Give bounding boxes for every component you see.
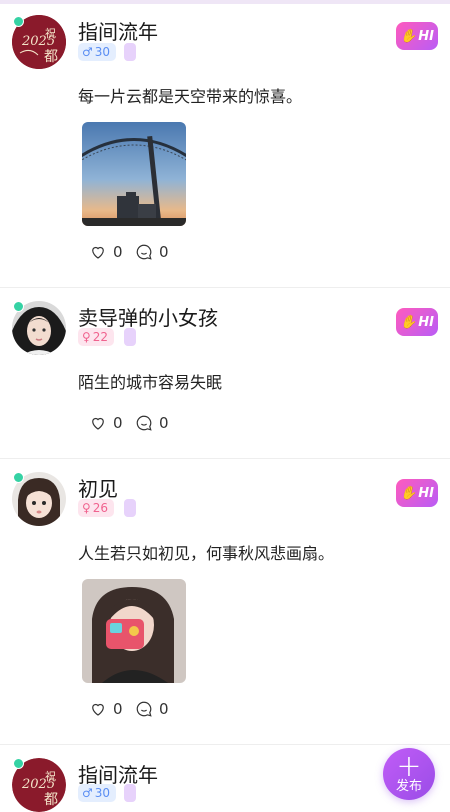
online-status-dot xyxy=(13,301,24,312)
say-hi-button[interactable]: ✋ HI xyxy=(396,308,438,336)
gender-age-badge: ♂ 30 xyxy=(78,784,117,802)
wave-hand-icon: ✋ xyxy=(400,485,417,501)
comment-icon xyxy=(136,244,152,260)
svg-text:祝: 祝 xyxy=(45,769,56,783)
heart-icon xyxy=(92,246,104,259)
gender-age-badge: ♀ 22 xyxy=(78,328,115,346)
say-hi-button[interactable]: ✋ HI xyxy=(396,479,438,507)
age-value: 22 xyxy=(92,330,109,344)
status-strip xyxy=(0,0,450,4)
heart-icon xyxy=(92,417,104,430)
level-badge xyxy=(124,43,136,61)
divider xyxy=(0,458,450,459)
age-value: 30 xyxy=(94,45,111,59)
comment-button[interactable]: 0 xyxy=(135,243,169,261)
male-icon: ♂ xyxy=(82,45,93,59)
comment-button[interactable]: 0 xyxy=(135,414,169,432)
like-button[interactable]: 0 xyxy=(89,414,123,432)
age-value: 30 xyxy=(94,786,111,800)
comment-icon xyxy=(136,415,152,431)
say-hi-button[interactable]: ✋ HI xyxy=(396,22,438,50)
plus-icon: + xyxy=(396,749,422,784)
wave-hand-icon: ✋ xyxy=(400,314,417,330)
level-badge xyxy=(124,784,136,802)
post-text: 陌生的城市容易失眠 xyxy=(78,373,223,392)
comment-button[interactable]: 0 xyxy=(135,700,169,718)
username[interactable]: 卖导弹的小女孩 xyxy=(78,302,218,331)
comment-icon xyxy=(136,701,152,717)
age-value: 26 xyxy=(92,501,109,515)
online-status-dot xyxy=(13,472,24,483)
selfie-photo xyxy=(82,579,186,683)
like-button[interactable]: 0 xyxy=(89,243,123,261)
username[interactable]: 初见 xyxy=(78,473,118,502)
female-icon: ♀ xyxy=(82,501,91,515)
username[interactable]: 指间流年 xyxy=(78,16,158,45)
comment-count: 0 xyxy=(159,414,169,432)
publish-button[interactable]: + 发布 xyxy=(383,748,435,800)
level-badge xyxy=(124,328,136,346)
like-count: 0 xyxy=(113,700,123,718)
online-status-dot xyxy=(13,16,24,27)
svg-text:都: 都 xyxy=(44,49,58,65)
divider xyxy=(0,287,450,288)
divider xyxy=(0,744,450,745)
wave-hand-icon: ✋ xyxy=(400,28,417,44)
online-status-dot xyxy=(13,758,24,769)
comment-count: 0 xyxy=(159,700,169,718)
gender-age-badge: ♀ 26 xyxy=(78,499,115,517)
female-icon: ♀ xyxy=(82,330,91,344)
like-count: 0 xyxy=(113,243,123,261)
like-button[interactable]: 0 xyxy=(89,700,123,718)
ferris-wheel-photo xyxy=(82,122,186,226)
publish-label: 发布 xyxy=(395,779,422,794)
post-photo[interactable] xyxy=(82,579,186,683)
svg-text:祝: 祝 xyxy=(45,26,56,40)
gender-age-badge: ♂ 30 xyxy=(78,43,117,61)
comment-count: 0 xyxy=(159,243,169,261)
like-count: 0 xyxy=(113,414,123,432)
male-icon: ♂ xyxy=(82,786,93,800)
level-badge xyxy=(124,499,136,517)
heart-icon xyxy=(92,703,104,716)
post-text: 每一片云都是天空带来的惊喜。 xyxy=(78,87,303,106)
post-text: 人生若只如初见，何事秋风悲画扇。 xyxy=(78,544,335,563)
post-photo[interactable] xyxy=(82,122,186,226)
svg-text:都: 都 xyxy=(44,792,58,808)
